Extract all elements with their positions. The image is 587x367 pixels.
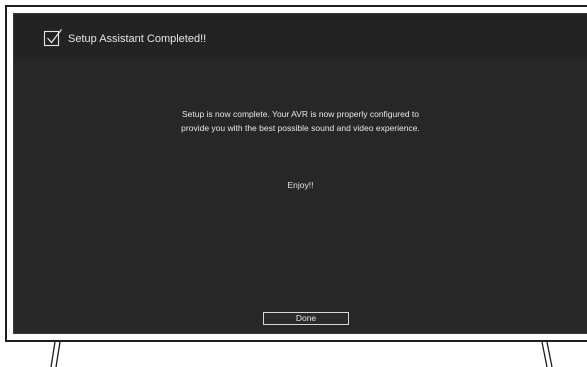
- title-bar: Setup Assistant Completed!!: [14, 14, 587, 59]
- message-line-1: Setup is now complete. Your AVR is now p…: [181, 109, 420, 119]
- dialog-title: Setup Assistant Completed!!: [68, 33, 207, 45]
- tv-leg-right: [541, 342, 553, 367]
- checkbox-checked-icon: [43, 29, 62, 47]
- done-button[interactable]: Done: [263, 312, 349, 325]
- tv-screen: Setup Assistant Completed!! Setup is now…: [13, 13, 587, 334]
- message-line-2: provide you with the best possible sound…: [181, 123, 420, 133]
- enjoy-text: Enjoy!!: [287, 180, 314, 190]
- tv-bezel: Setup Assistant Completed!! Setup is now…: [5, 5, 587, 342]
- completion-message: Setup is now complete. Your AVR is now p…: [14, 107, 587, 135]
- tv-illustration: Setup Assistant Completed!! Setup is now…: [0, 0, 587, 367]
- tv-leg-left: [50, 342, 61, 367]
